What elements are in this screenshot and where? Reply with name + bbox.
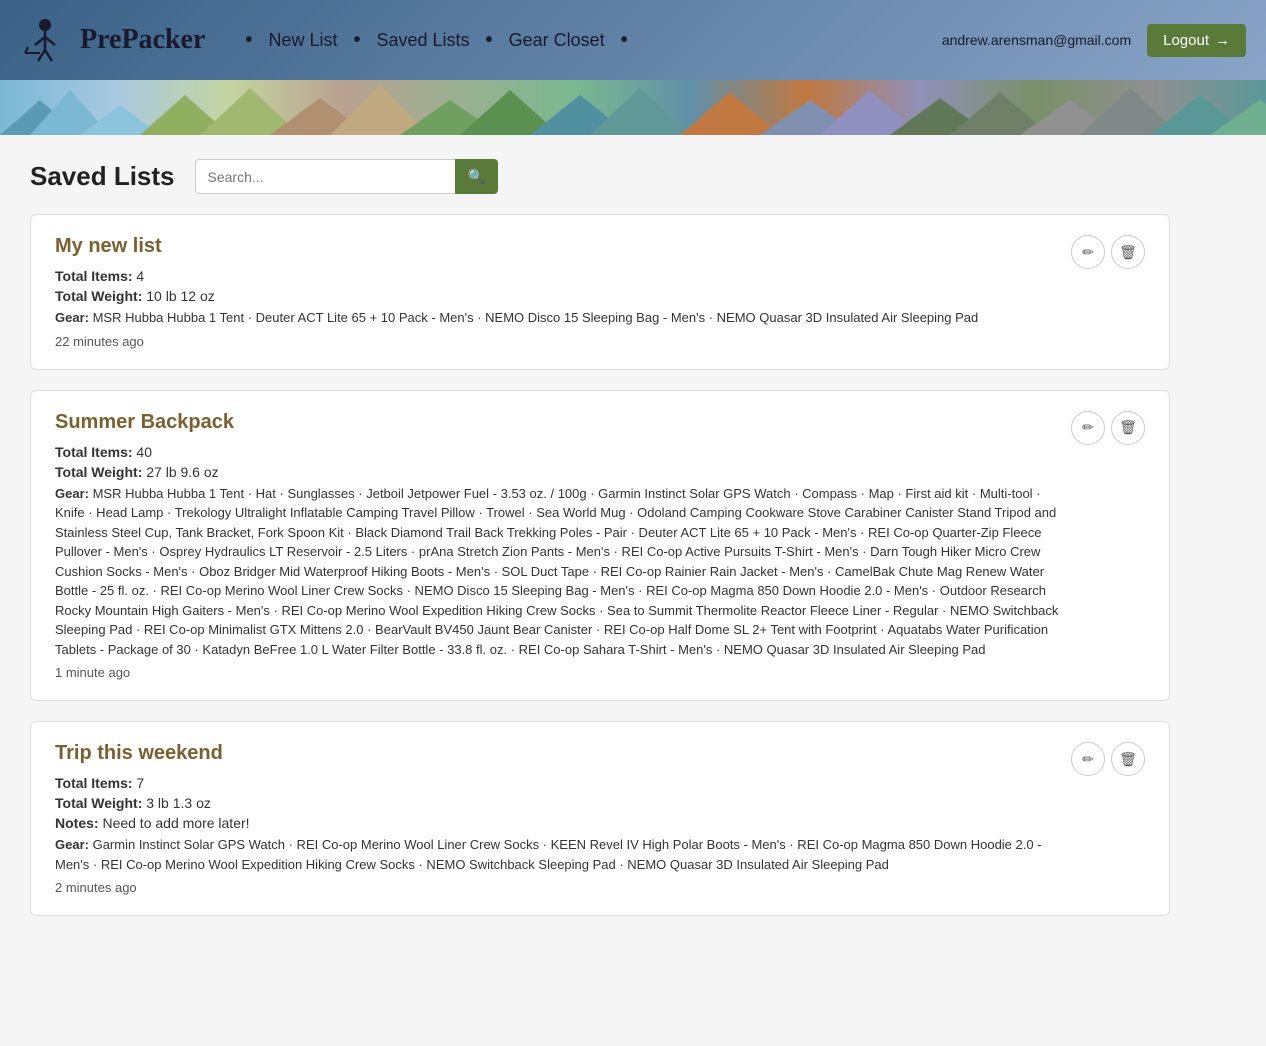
list-total-weight: Total Weight: 27 lb 9.6 oz	[55, 464, 1071, 480]
delete-list-button[interactable]: 🗑	[1111, 235, 1145, 269]
list-notes: Notes: Need to add more later!	[55, 815, 1071, 831]
list-gear: Gear: MSR Hubba Hubba 1 Tent · Hat · Sun…	[55, 484, 1071, 660]
nav-dot-1: •	[245, 29, 252, 52]
search-icon: 🔍	[468, 168, 485, 184]
list-card: Trip this weekend Total Items: 7 Total W…	[30, 721, 1170, 916]
list-name: My new list	[55, 235, 978, 258]
search-input[interactable]	[195, 159, 455, 194]
nav-gear-closet[interactable]: Gear Closet	[509, 30, 605, 51]
list-actions: ✏ 🗑	[1071, 235, 1145, 269]
edit-list-button[interactable]: ✏	[1071, 235, 1105, 269]
nav-dot-3: •	[486, 29, 493, 52]
logout-label: Logout	[1163, 32, 1209, 49]
list-card: My new list Total Items: 4 Total Weight:…	[30, 214, 1170, 370]
list-actions: ✏ 🗑	[1071, 411, 1145, 445]
list-timestamp: 22 minutes ago	[55, 334, 978, 349]
list-card-header: Summer Backpack Total Items: 40 Total We…	[55, 411, 1145, 681]
nav-saved-lists[interactable]: Saved Lists	[376, 30, 469, 51]
list-gear: Gear: Garmin Instinct Solar GPS Watch · …	[55, 835, 1071, 874]
delete-list-button[interactable]: 🗑	[1111, 411, 1145, 445]
list-name: Summer Backpack	[55, 411, 1071, 434]
list-timestamp: 2 minutes ago	[55, 880, 1071, 895]
main-content: Saved Lists 🔍 My new list Total Items: 4…	[0, 135, 1200, 960]
list-card-body: My new list Total Items: 4 Total Weight:…	[55, 235, 978, 349]
list-total-items: Total Items: 7	[55, 775, 1071, 791]
brand-name: PrePacker	[80, 24, 205, 56]
list-total-weight: Total Weight: 10 lb 12 oz	[55, 288, 978, 304]
navbar: PrePacker • New List • Saved Lists • Gea…	[0, 0, 1266, 80]
search-bar: 🔍	[195, 159, 498, 194]
logo: PrePacker	[20, 15, 205, 65]
search-button[interactable]: 🔍	[455, 159, 498, 194]
mountains-svg	[0, 80, 1266, 135]
edit-list-button[interactable]: ✏	[1071, 411, 1105, 445]
list-timestamp: 1 minute ago	[55, 665, 1071, 680]
list-gear: Gear: MSR Hubba Hubba 1 Tent · Deuter AC…	[55, 308, 978, 328]
delete-list-button[interactable]: 🗑	[1111, 742, 1145, 776]
list-card-body: Summer Backpack Total Items: 40 Total We…	[55, 411, 1071, 681]
nav-dot-4: •	[621, 29, 628, 52]
nav-links: • New List • Saved Lists • Gear Closet •	[245, 29, 941, 52]
page-title: Saved Lists	[30, 161, 175, 192]
list-total-items: Total Items: 40	[55, 444, 1071, 460]
user-email: andrew.arensman@gmail.com	[942, 32, 1131, 48]
list-card-header: Trip this weekend Total Items: 7 Total W…	[55, 742, 1145, 895]
nav-right: andrew.arensman@gmail.com Logout →	[942, 24, 1246, 57]
edit-list-button[interactable]: ✏	[1071, 742, 1105, 776]
list-actions: ✏ 🗑	[1071, 742, 1145, 776]
logo-icon	[20, 15, 70, 65]
nav-dot-2: •	[353, 29, 360, 52]
nav-new-list[interactable]: New List	[268, 30, 337, 51]
list-name: Trip this weekend	[55, 742, 1071, 765]
list-total-items: Total Items: 4	[55, 268, 978, 284]
logout-button[interactable]: Logout →	[1147, 24, 1246, 57]
page-header: Saved Lists 🔍	[30, 159, 1170, 194]
logout-arrow-icon: →	[1215, 32, 1230, 49]
list-card-body: Trip this weekend Total Items: 7 Total W…	[55, 742, 1071, 895]
list-card-header: My new list Total Items: 4 Total Weight:…	[55, 235, 1145, 349]
list-card: Summer Backpack Total Items: 40 Total We…	[30, 390, 1170, 702]
mountains-banner	[0, 80, 1266, 135]
list-total-weight: Total Weight: 3 lb 1.3 oz	[55, 795, 1071, 811]
